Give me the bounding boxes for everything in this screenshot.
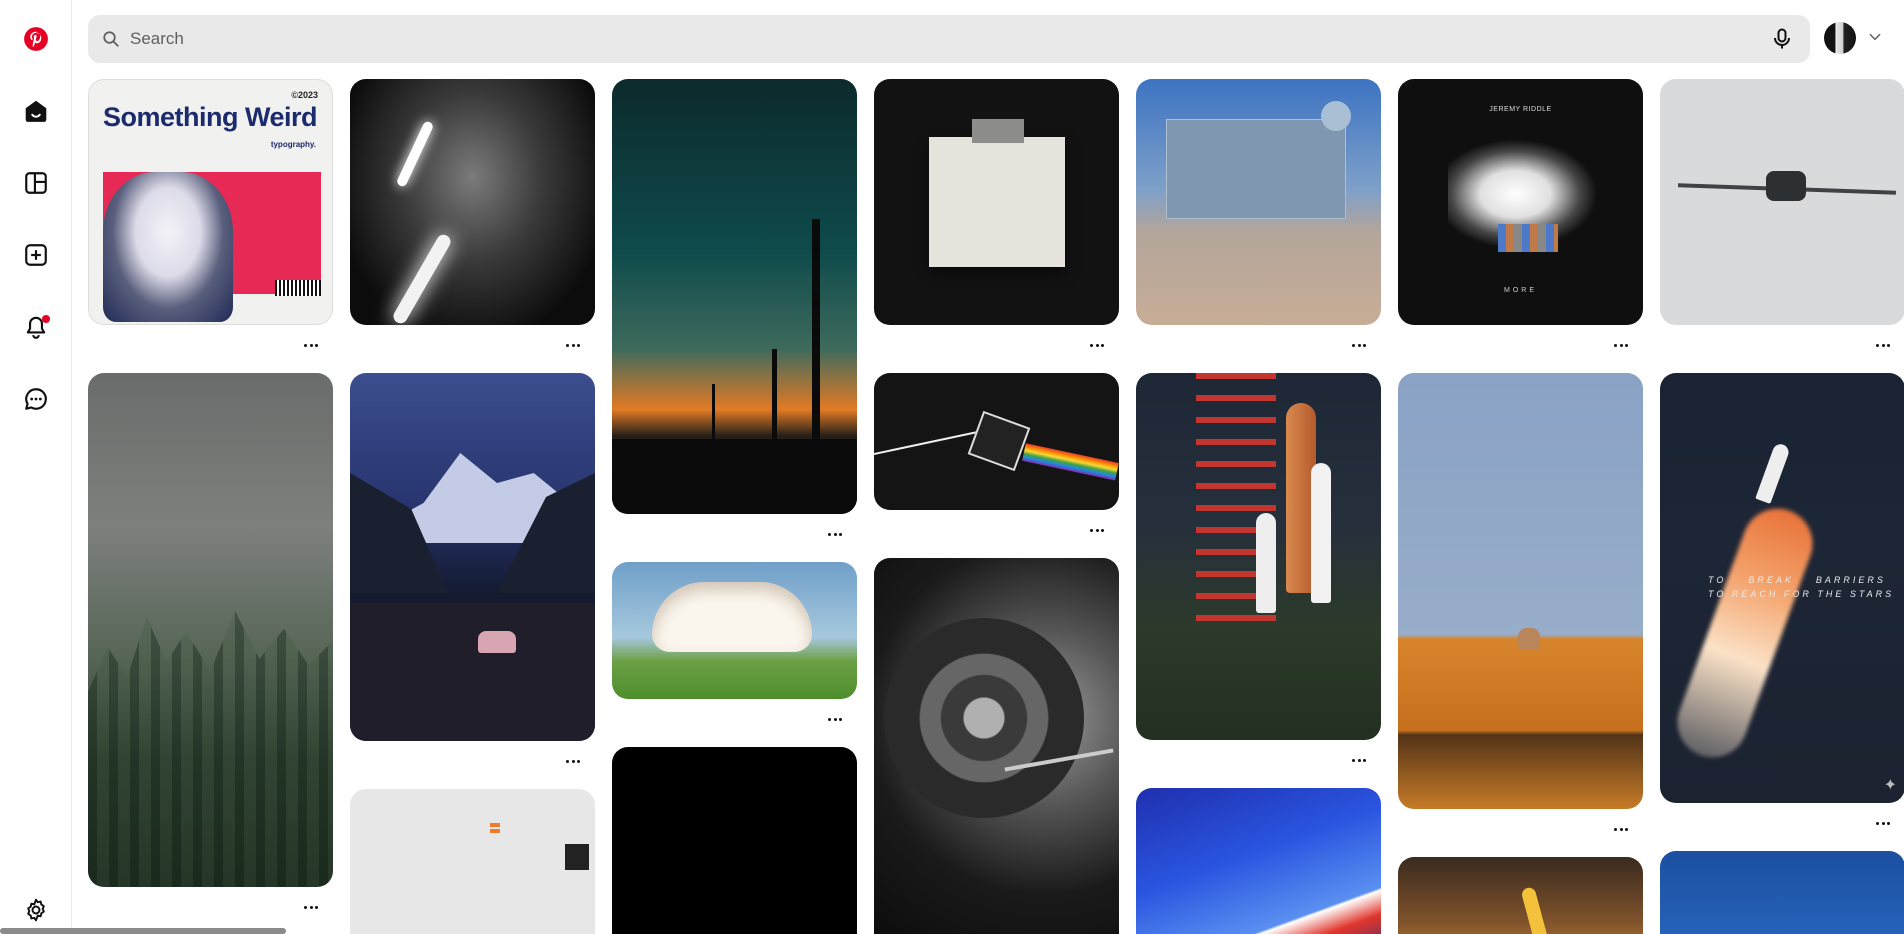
more-options-button[interactable] [297, 897, 325, 917]
sidebar-item-notifications[interactable] [12, 303, 60, 351]
more-options-button[interactable] [1607, 819, 1635, 839]
more-options-button[interactable] [1869, 335, 1897, 355]
pin-image[interactable]: Something Weird ©2023 typography. [88, 79, 333, 325]
more-options-button[interactable] [1869, 813, 1897, 833]
sidebar [0, 0, 72, 934]
more-options-button[interactable] [1607, 335, 1635, 355]
horizontal-scrollbar[interactable] [0, 928, 286, 934]
album-title: MORE [1504, 287, 1537, 294]
chevron-down-icon[interactable] [1868, 30, 1882, 44]
pin-image[interactable] [350, 789, 595, 934]
more-options-button[interactable] [1083, 520, 1111, 540]
sidebar-item-home[interactable] [12, 87, 60, 135]
rocket-caption: TO BREAK BARRIERS TO REACH FOR THE STARS [1708, 575, 1895, 599]
search-icon [103, 31, 119, 47]
search-bar[interactable] [88, 15, 1810, 63]
chat-icon [25, 388, 47, 410]
pin-image[interactable] [350, 373, 595, 741]
pin-image[interactable] [1398, 373, 1643, 809]
notification-badge [42, 315, 50, 323]
sparkle-icon: ✦ [1883, 777, 1897, 794]
pin-image[interactable] [1136, 373, 1381, 740]
pin-image[interactable] [1136, 788, 1381, 934]
more-options-button[interactable] [821, 524, 849, 544]
pin-image[interactable] [88, 373, 333, 887]
pinterest-logo-icon [24, 27, 48, 51]
microphone-icon[interactable] [1770, 27, 1794, 51]
pin-image[interactable] [1136, 79, 1381, 325]
sidebar-item-settings[interactable] [12, 886, 60, 934]
pin-feed: Something Weird ©2023 typography. JEREMY… [88, 79, 1904, 934]
pin-image[interactable] [612, 79, 857, 514]
home-icon [25, 100, 47, 122]
pin-image[interactable] [874, 558, 1119, 934]
poster-year: ©2023 [291, 90, 318, 100]
pin-image[interactable] [350, 79, 595, 325]
app-window: Something Weird ©2023 typography. [0, 0, 1904, 934]
more-options-button[interactable] [297, 335, 325, 355]
sidebar-item-boards[interactable] [12, 159, 60, 207]
more-options-button[interactable] [559, 335, 587, 355]
pin-image[interactable] [1660, 79, 1904, 325]
search-input[interactable] [130, 15, 1730, 63]
more-options-button[interactable] [1345, 750, 1373, 770]
poster-title: Something Weird [103, 102, 318, 132]
pin-image[interactable]: TO BREAK BARRIERS TO REACH FOR THE STARS… [1660, 373, 1904, 803]
sidebar-item-messages[interactable] [12, 375, 60, 423]
boards-icon [25, 172, 47, 194]
sidebar-item-create[interactable] [12, 231, 60, 279]
pin-image[interactable] [874, 373, 1119, 510]
header [72, 0, 1904, 78]
pin-image[interactable] [874, 79, 1119, 325]
poster-tag: typography. [270, 140, 316, 149]
plus-square-icon [25, 244, 47, 266]
pinterest-logo[interactable] [12, 15, 60, 63]
pin-image[interactable] [612, 562, 857, 699]
album-artist: JEREMY RIDDLE [1489, 106, 1552, 113]
pin-image[interactable] [1398, 857, 1643, 934]
pin-image[interactable]: JEREMY RIDDLE MORE [1398, 79, 1643, 325]
more-options-button[interactable] [559, 751, 587, 771]
more-options-button[interactable] [1345, 335, 1373, 355]
more-options-button[interactable] [821, 709, 849, 729]
pin-image[interactable] [1660, 851, 1904, 934]
avatar[interactable] [1824, 22, 1856, 54]
pin-image[interactable] [612, 747, 857, 934]
gear-icon [27, 898, 45, 922]
more-options-button[interactable] [1083, 335, 1111, 355]
